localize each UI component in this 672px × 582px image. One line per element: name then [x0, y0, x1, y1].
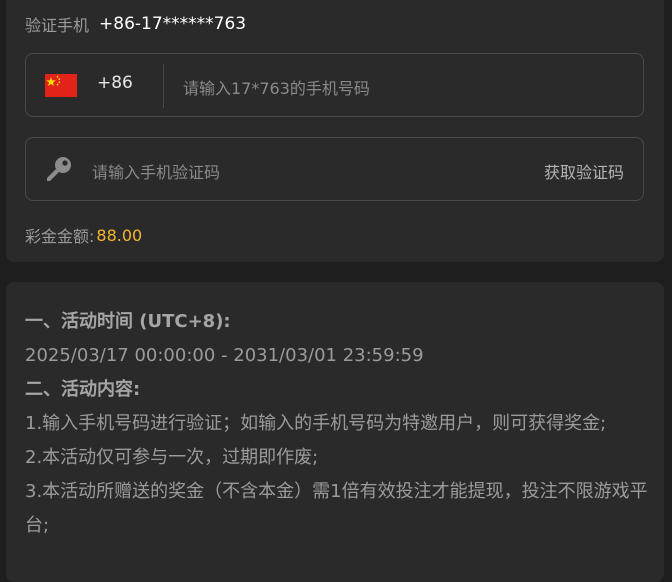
rule-item: 1.输入手机号码进行验证；如输入的手机号码为特邀用户，则可获得奖金;	[25, 413, 607, 434]
verification-code-field[interactable]: 请输入手机验证码 获取验证码	[25, 137, 644, 201]
activity-rules-text: 一、活动时间 (UTC+8): 2025/03/17 00:00:00 - 20…	[25, 305, 650, 543]
code-placeholder[interactable]: 请输入手机验证码	[92, 159, 220, 183]
verify-phone-label: 验证手机	[25, 16, 90, 35]
bonus-amount-label: 彩金金额:	[25, 227, 95, 246]
field-divider	[163, 64, 164, 108]
get-code-button[interactable]: 获取验证码	[544, 159, 624, 183]
activity-time-heading: 一、活动时间 (UTC+8):	[25, 311, 231, 332]
activity-content-heading: 二、活动内容:	[25, 379, 141, 400]
key-icon	[47, 157, 71, 181]
bonus-amount-value: 88.00	[96, 225, 143, 245]
bonus-amount-row: 彩金金额: 88.00	[25, 223, 142, 247]
verified-phone-row: 验证手机 +86-17******763	[25, 12, 246, 36]
rule-item: 2.本活动仅可参与一次，过期即作废;	[25, 447, 319, 468]
activity-time-range: 2025/03/17 00:00:00 - 2031/03/01 23:59:5…	[25, 345, 424, 366]
phone-placeholder[interactable]: 请输入17*763的手机号码	[183, 75, 370, 99]
phone-input-field[interactable]: +86 请输入17*763的手机号码	[25, 53, 644, 117]
verify-phone-value: +86-17******763	[99, 14, 247, 34]
china-flag-icon[interactable]	[45, 74, 77, 97]
country-code-selector[interactable]: +86	[97, 73, 133, 93]
rule-item: 3.本活动所赠送的奖金（不含本金）需1倍有效投注才能提现，投注不限游戏平台;	[25, 481, 648, 536]
